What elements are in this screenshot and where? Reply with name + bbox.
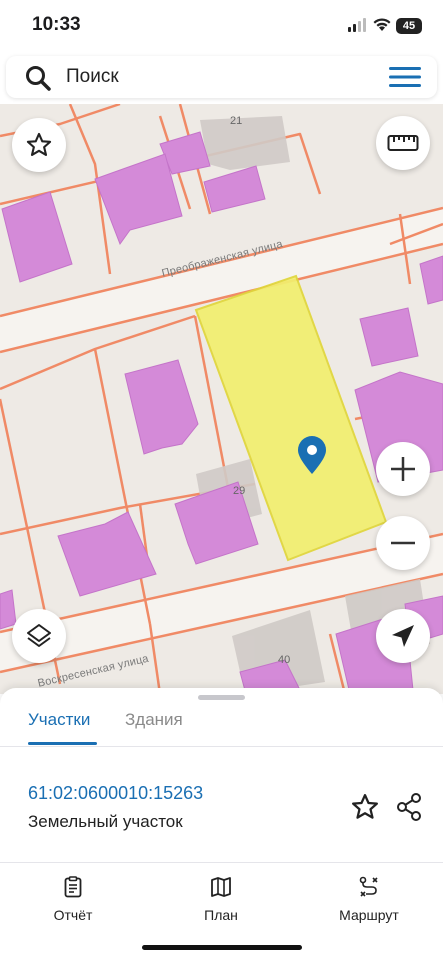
search-bar[interactable]: Поиск xyxy=(6,56,437,98)
route-icon xyxy=(359,876,378,897)
house-number: 29 xyxy=(233,485,246,497)
nav-plan-label: План xyxy=(204,907,238,923)
house-number: 40 xyxy=(278,654,291,666)
active-tab-indicator xyxy=(28,742,97,745)
tab-buildings[interactable]: Здания xyxy=(125,710,183,730)
share-icon[interactable] xyxy=(395,792,423,822)
search-icon xyxy=(26,66,51,91)
star-icon[interactable] xyxy=(350,792,380,822)
favorite-button[interactable] xyxy=(12,118,66,172)
zoom-in-button[interactable] xyxy=(376,442,430,496)
cellular-signal-icon xyxy=(348,18,366,32)
report-icon xyxy=(64,876,82,898)
nav-report[interactable]: Отчёт xyxy=(18,875,128,923)
nav-plan[interactable]: План xyxy=(166,875,276,923)
status-time: 10:33 xyxy=(32,14,81,35)
plus-icon xyxy=(391,457,415,481)
nav-report-label: Отчёт xyxy=(53,907,93,923)
bottom-sheet[interactable]: Участки Здания 61:02:0600010:15263 Земел… xyxy=(0,688,443,960)
divider xyxy=(0,862,443,863)
tab-parcels[interactable]: Участки xyxy=(28,710,90,730)
my-location-button[interactable] xyxy=(376,609,430,663)
navigation-arrow-icon xyxy=(392,625,414,647)
divider xyxy=(0,746,443,747)
ruler-icon xyxy=(387,135,419,151)
map-view[interactable]: Преображенская улица Воскресенская улица… xyxy=(0,104,443,694)
parcel-type: Земельный участок xyxy=(28,812,183,831)
map-canvas[interactable] xyxy=(0,104,443,694)
layers-icon xyxy=(27,624,51,647)
cadastral-number-link[interactable]: 61:02:0600010:15263 xyxy=(28,783,203,804)
layers-button[interactable] xyxy=(12,609,66,663)
house-number: 21 xyxy=(230,115,243,127)
map-plan-icon xyxy=(211,877,231,897)
menu-icon[interactable] xyxy=(389,65,421,89)
nav-route[interactable]: Маршрут xyxy=(314,875,424,923)
star-icon xyxy=(26,132,52,156)
battery-icon: 45 xyxy=(396,18,422,34)
status-bar: 10:33 45 xyxy=(0,0,443,54)
wifi-icon xyxy=(373,18,391,31)
sheet-grabber[interactable] xyxy=(198,695,245,700)
search-input[interactable]: Поиск xyxy=(66,66,119,88)
ruler-button[interactable] xyxy=(376,116,430,170)
nav-route-label: Маршрут xyxy=(339,907,399,923)
zoom-out-button[interactable] xyxy=(376,516,430,570)
home-indicator xyxy=(142,945,302,950)
minus-icon xyxy=(391,541,415,545)
